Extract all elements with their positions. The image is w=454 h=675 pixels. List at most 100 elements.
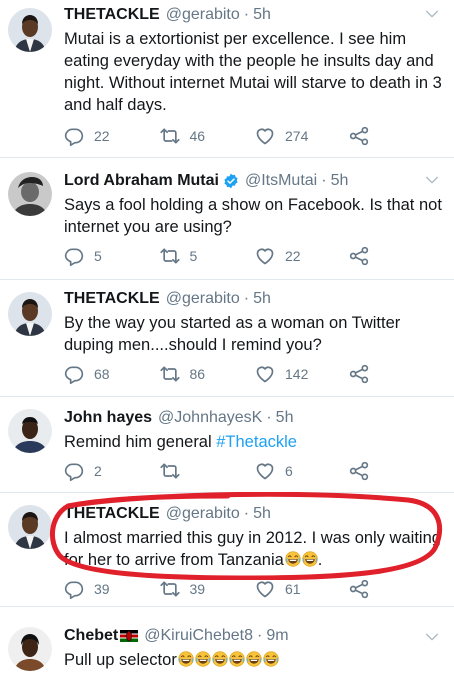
reply-count: 2 xyxy=(94,463,102,479)
reply-count: 22 xyxy=(94,128,110,144)
share-button[interactable] xyxy=(349,459,445,483)
tweet[interactable]: THETACKLE @gerabito · 5h Mutai is a exto… xyxy=(0,0,454,158)
author-name[interactable]: THETACKLE xyxy=(64,5,160,25)
tweet-text: Remind him general #Thetackle xyxy=(64,431,444,453)
retweet-count: 86 xyxy=(189,366,206,382)
retweet-icon xyxy=(160,579,180,599)
laughing-emoji-icon xyxy=(178,651,194,667)
tweet[interactable]: THETACKLE @gerabito · 5h By the way you … xyxy=(0,280,454,397)
laughing-emoji-icon xyxy=(212,651,228,667)
retweet-icon xyxy=(160,461,180,481)
author-name[interactable]: John hayes xyxy=(64,408,152,428)
tweet-text: Mutai is a extortionist per excellence. … xyxy=(64,30,442,114)
share-icon xyxy=(349,246,369,266)
author-handle[interactable]: @gerabito xyxy=(166,504,240,524)
reply-button[interactable]: 68 xyxy=(64,362,160,386)
like-count: 6 xyxy=(285,463,293,479)
tweet-text: By the way you started as a woman on Twi… xyxy=(64,314,401,354)
like-count: 274 xyxy=(285,128,309,144)
avatar[interactable] xyxy=(8,292,52,336)
tweet-text: I almost married this guy in 2012. I was… xyxy=(64,527,444,571)
tweet-text-prefix: Remind him general xyxy=(64,433,217,451)
like-button[interactable]: 22 xyxy=(255,244,351,268)
reply-button[interactable]: 22 xyxy=(64,124,160,148)
share-button[interactable] xyxy=(349,244,445,268)
timestamp[interactable]: 5h xyxy=(331,171,349,191)
tweet[interactable]: Chebet @KiruiChebet8 · 9m Pull up select… xyxy=(0,607,454,675)
like-icon xyxy=(255,246,275,266)
reply-button[interactable]: 2 xyxy=(64,459,160,483)
separator-dot: · xyxy=(266,409,272,426)
like-button[interactable]: 274 xyxy=(255,124,351,148)
author-name[interactable]: THETACKLE xyxy=(64,289,160,309)
retweet-icon xyxy=(160,246,180,266)
retweet-icon xyxy=(160,126,180,146)
share-button[interactable] xyxy=(349,124,445,148)
avatar[interactable] xyxy=(8,172,52,216)
like-icon xyxy=(255,461,275,481)
timestamp[interactable]: 5h xyxy=(253,5,271,25)
like-count: 61 xyxy=(285,581,301,597)
chevron-down-icon[interactable] xyxy=(424,172,440,188)
retweet-count: 39 xyxy=(189,581,206,597)
retweet-count: 46 xyxy=(189,128,206,144)
timestamp[interactable]: 5h xyxy=(253,504,271,524)
reply-count: 5 xyxy=(94,248,102,264)
retweet-button[interactable] xyxy=(160,459,256,483)
avatar[interactable] xyxy=(8,505,52,549)
share-button[interactable] xyxy=(349,362,445,386)
like-icon xyxy=(255,126,275,146)
tweet-text-line-1: I almost married this guy in 2012. I was… xyxy=(64,529,441,547)
like-icon xyxy=(255,579,275,599)
share-icon xyxy=(349,461,369,481)
timestamp[interactable]: 5h xyxy=(253,289,271,309)
reply-icon xyxy=(64,364,84,384)
share-icon xyxy=(349,364,369,384)
tweet-text-suffix: . xyxy=(317,551,323,569)
author-name[interactable]: THETACKLE xyxy=(64,504,160,524)
author-handle[interactable]: @gerabito xyxy=(166,5,240,25)
retweet-button[interactable]: 46 xyxy=(160,124,256,148)
separator-dot: · xyxy=(243,290,250,307)
laughing-emoji-icon xyxy=(263,651,279,667)
retweet-button[interactable]: 5 xyxy=(160,244,256,268)
author-name[interactable]: Chebet xyxy=(64,626,118,646)
chevron-down-icon[interactable] xyxy=(424,6,440,22)
verified-icon xyxy=(223,173,239,189)
reply-icon xyxy=(64,126,84,146)
reply-button[interactable]: 39 xyxy=(64,577,160,601)
share-button[interactable] xyxy=(349,577,445,601)
tweet[interactable]: John hayes @JohnhayesK · 5h Remind him g… xyxy=(0,397,454,493)
author-handle[interactable]: @ItsMutai xyxy=(245,171,317,191)
tweet[interactable]: THETACKLE @gerabito · 5h I almost marrie… xyxy=(0,493,454,607)
tweet-text: Pull up selector xyxy=(64,649,444,671)
author-handle[interactable]: @KiruiChebet8 xyxy=(144,626,253,646)
like-button[interactable]: 142 xyxy=(255,362,351,386)
retweet-button[interactable]: 39 xyxy=(160,577,256,601)
tweet[interactable]: Lord Abraham Mutai @ItsMutai · 5h Says a… xyxy=(0,158,454,280)
reply-icon xyxy=(64,246,84,266)
separator-dot: · xyxy=(321,172,327,189)
reply-icon xyxy=(64,579,84,599)
like-button[interactable]: 61 xyxy=(255,577,351,601)
separator-dot: · xyxy=(243,505,250,522)
laughing-emoji-icon xyxy=(302,551,318,567)
hashtag-link[interactable]: #Thetackle xyxy=(216,433,297,451)
like-count: 142 xyxy=(285,366,309,382)
author-handle[interactable]: @JohnhayesK xyxy=(158,408,262,428)
avatar[interactable] xyxy=(8,409,52,453)
avatar[interactable] xyxy=(8,627,52,671)
avatar[interactable] xyxy=(8,8,52,52)
reply-count: 68 xyxy=(94,366,110,382)
timestamp[interactable]: 9m xyxy=(266,626,288,646)
laughing-emoji-icon xyxy=(246,651,262,667)
author-name[interactable]: Lord Abraham Mutai xyxy=(64,171,219,191)
timestamp[interactable]: 5h xyxy=(276,408,294,428)
tweet-text-body: Pull up selector xyxy=(64,651,177,669)
reply-button[interactable]: 5 xyxy=(64,244,160,268)
chevron-down-icon[interactable] xyxy=(424,629,440,645)
share-icon xyxy=(349,579,369,599)
retweet-button[interactable]: 86 xyxy=(160,362,256,386)
like-button[interactable]: 6 xyxy=(255,459,351,483)
author-handle[interactable]: @gerabito xyxy=(166,289,240,309)
